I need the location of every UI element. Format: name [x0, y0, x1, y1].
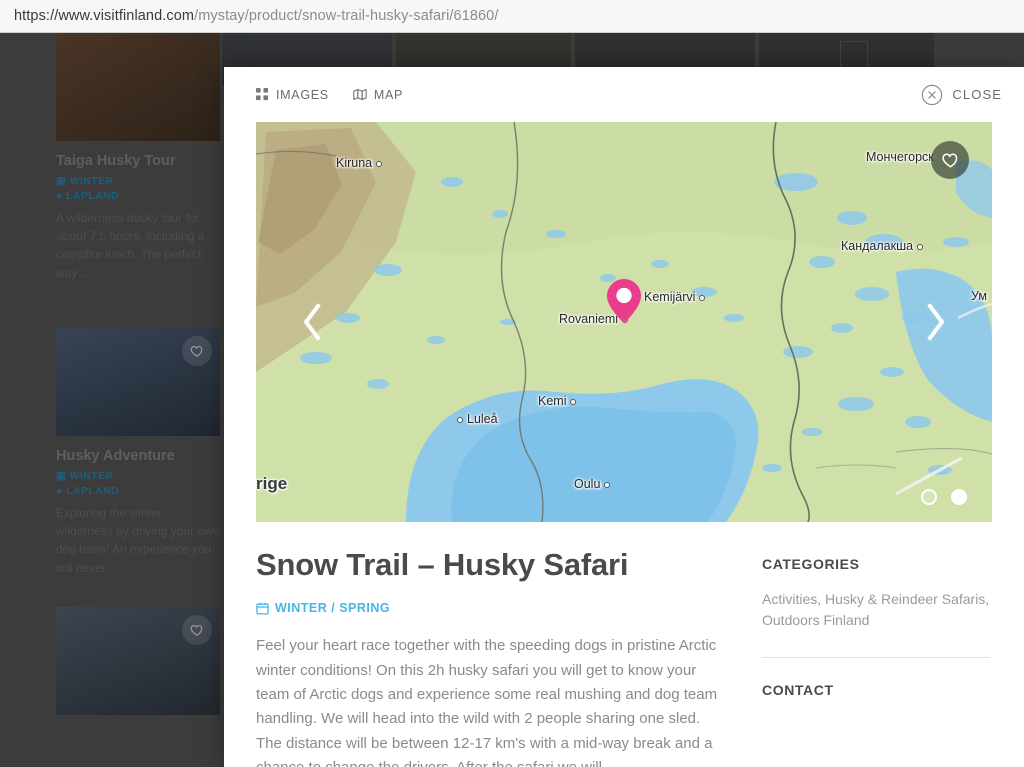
product-modal: IMAGES MAP CLOSE Kiruna Мончегорск Канда…: [224, 67, 1024, 767]
carousel-dot-images[interactable]: [921, 489, 937, 505]
heart-icon[interactable]: [182, 335, 212, 366]
background-card-description: A wilderness husky tour for about 7,5 ho…: [56, 211, 205, 280]
map-label: Luleå: [457, 412, 498, 426]
map-prev-button[interactable]: [292, 292, 332, 352]
background-card-location-tag: ● LAPLAND: [56, 190, 120, 202]
background-card[interactable]: [56, 606, 220, 715]
url-domain: https://www.visitfinland.com: [14, 8, 195, 24]
calendar-icon: [256, 602, 269, 615]
carousel-dot-map[interactable]: [951, 489, 967, 505]
background-card-season-tag: ▣ WINTER: [56, 175, 114, 187]
background-card-season-tag: ▣ WINTER: [56, 469, 114, 482]
map-label-country: rige: [256, 474, 288, 493]
background-card-title: Husky Adventure: [56, 447, 175, 464]
modal-tabs: IMAGES MAP: [256, 88, 403, 102]
heart-icon: [941, 153, 957, 168]
modal-body: Snow Trail – Husky Safari WINTER / SPRIN…: [224, 522, 1024, 767]
screen: https://www.visitfinland.com/mystay/prod…: [0, 0, 1024, 767]
product-side-column: CATEGORIES Activities, Husky & Reindeer …: [762, 548, 990, 767]
page-title: Snow Trail – Husky Safari: [256, 547, 629, 582]
map-label: Kemijärvi: [644, 290, 705, 304]
tab-map[interactable]: MAP: [353, 88, 403, 102]
tab-images[interactable]: IMAGES: [256, 88, 329, 102]
background-card-image: [56, 33, 220, 141]
map-next-button[interactable]: [916, 292, 956, 352]
url-text: https://www.visitfinland.com/mystay/prod…: [14, 8, 498, 24]
map-label: Kemi: [538, 394, 576, 408]
background-card-column: Taiga Husky Tour ▣ WINTER ● LAPLAND A wi…: [56, 33, 220, 737]
close-button[interactable]: CLOSE: [921, 84, 1002, 106]
categories-heading: CATEGORIES: [762, 556, 860, 572]
carousel-dots: [921, 489, 967, 505]
categories-text: Activities, Husky & Reindeer Safaris, Ou…: [762, 591, 990, 628]
season-badge: WINTER / SPRING: [256, 601, 728, 615]
browser-url-bar[interactable]: https://www.visitfinland.com/mystay/prod…: [0, 0, 1024, 33]
divider: [762, 657, 990, 658]
background-card-location-tag: ● LAPLAND: [56, 484, 120, 497]
contact-heading: CONTACT: [762, 682, 834, 698]
season-label: WINTER / SPRING: [275, 601, 391, 616]
map-viewport[interactable]: Kiruna Мончегорск Кандалакша Ум Kemijärv…: [256, 122, 992, 522]
background-card-title: Taiga Husky Tour: [56, 153, 176, 169]
map-icon: [353, 88, 367, 101]
map-label: Ум: [971, 289, 987, 303]
product-main-column: Snow Trail – Husky Safari WINTER / SPRIN…: [256, 547, 728, 767]
modal-header: IMAGES MAP CLOSE: [224, 67, 1024, 122]
favorite-button[interactable]: [931, 141, 969, 179]
close-label: CLOSE: [952, 87, 1002, 102]
map-label: Кандалакша: [841, 239, 923, 253]
heart-icon[interactable]: [182, 614, 212, 645]
map-label: Oulu: [574, 477, 610, 491]
grid-icon: [256, 88, 269, 101]
background-card-image: [56, 606, 220, 715]
background-card[interactable]: Taiga Husky Tour ▣ WINTER ● LAPLAND A wi…: [56, 33, 220, 282]
tab-images-label: IMAGES: [276, 87, 329, 102]
map-label: Мончегорск: [866, 150, 934, 164]
url-path: /mystay/product/snow-trail-husky-safari/…: [194, 8, 499, 24]
circle-x-icon: [921, 84, 943, 106]
map-label: Kiruna: [336, 156, 382, 170]
background-card[interactable]: Husky Adventure ▣ WINTER ● LAPLAND Explo…: [56, 327, 220, 577]
background-card-description: Exploring the winter wilderness by drivi…: [56, 505, 220, 575]
background-card-image: [56, 327, 220, 436]
tab-map-label: MAP: [373, 87, 404, 102]
map-pin[interactable]: [607, 279, 641, 323]
product-description: Feel your heart race together with the s…: [256, 637, 718, 767]
